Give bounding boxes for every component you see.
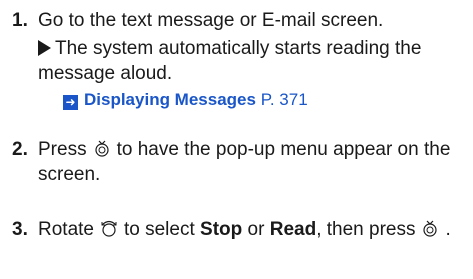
step-2: 2. Press to have the pop-up menu appear … [12, 137, 467, 187]
enter-knob-icon [94, 140, 109, 157]
cross-reference-link[interactable]: ➜ Displaying Messages P. 371 [63, 89, 308, 111]
step-text: Press to have the pop-up menu appear on … [38, 137, 467, 187]
step-then: , then press [316, 219, 416, 240]
reference-page[interactable]: P. 371 [261, 90, 308, 109]
step-end: . [445, 219, 451, 240]
step-prefix: Press [38, 139, 87, 160]
result-text: The system automatically starts reading … [38, 38, 422, 84]
step-middle: to select [123, 219, 195, 240]
step-prefix: Rotate [38, 219, 94, 240]
step-number: 2. [12, 139, 28, 160]
rotate-knob-icon [101, 220, 117, 237]
step-text: Go to the text message or E-mail screen. [38, 10, 384, 31]
instruction-page: 1. Go to the text message or E-mail scre… [0, 0, 473, 279]
option-stop: Stop [200, 219, 243, 240]
reference-title[interactable]: Displaying Messages [84, 90, 256, 109]
cross-reference-arrow-icon: ➜ [63, 95, 78, 110]
step-3: 3. Rotate to select Stop or Read, then p… [12, 217, 467, 242]
enter-knob-icon [423, 220, 438, 237]
result-triangle-icon [38, 40, 51, 56]
option-read: Read [269, 219, 317, 240]
step-1: 1. Go to the text message or E-mail scre… [12, 8, 467, 33]
step-text: Rotate to select Stop or Read, then pres… [38, 217, 467, 242]
step-or: or [247, 219, 265, 240]
step-number: 3. [12, 219, 28, 240]
step-1-result: The system automatically starts reading … [38, 36, 468, 86]
step-number: 1. [12, 10, 28, 31]
